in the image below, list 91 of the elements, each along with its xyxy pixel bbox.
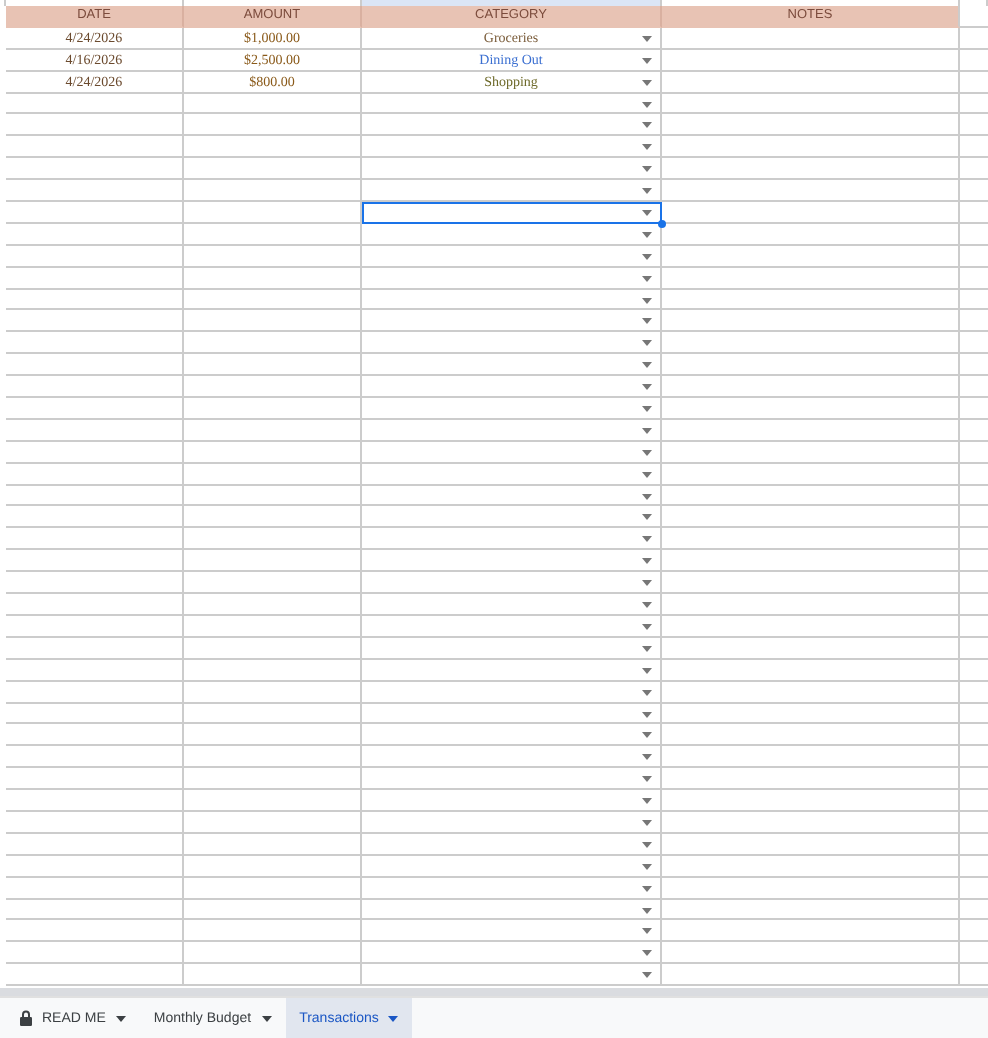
scrollbar[interactable] — [0, 988, 988, 996]
category-cell[interactable] — [362, 833, 662, 856]
dropdown-icon[interactable] — [642, 819, 652, 826]
dropdown-icon[interactable] — [642, 928, 652, 935]
dropdown-icon[interactable] — [642, 340, 652, 347]
caret-icon[interactable] — [388, 1015, 399, 1021]
dropdown-icon[interactable] — [642, 580, 652, 587]
category-cell[interactable] — [362, 245, 662, 268]
dropdown-icon[interactable] — [642, 57, 652, 64]
category-cell[interactable] — [362, 855, 662, 878]
dropdown-icon[interactable] — [642, 558, 652, 565]
dropdown-icon[interactable] — [642, 79, 652, 86]
category-cell[interactable] — [362, 964, 662, 987]
category-cell[interactable] — [362, 811, 662, 834]
caret-icon[interactable] — [261, 1015, 272, 1021]
dropdown-icon[interactable] — [642, 602, 652, 609]
dropdown-icon[interactable] — [642, 406, 652, 413]
category-cell[interactable] — [362, 899, 662, 921]
dropdown-icon[interactable] — [642, 362, 652, 369]
dropdown-icon[interactable] — [642, 35, 652, 42]
dropdown-icon[interactable] — [642, 144, 652, 151]
dropdown-icon[interactable] — [642, 275, 652, 282]
category-cell[interactable] — [362, 942, 662, 965]
category-cell[interactable] — [362, 332, 662, 355]
category-cell[interactable] — [362, 506, 662, 529]
dropdown-icon[interactable] — [642, 885, 652, 892]
category-cell[interactable] — [362, 724, 662, 747]
category-cell[interactable] — [362, 790, 662, 812]
dropdown-icon[interactable] — [642, 667, 652, 674]
category-cell[interactable] — [362, 463, 662, 486]
dropdown-icon[interactable] — [642, 166, 652, 173]
category-cell[interactable] — [362, 615, 662, 638]
category-cell[interactable] — [362, 441, 662, 464]
selected-cell[interactable] — [362, 202, 662, 224]
category-cell[interactable] — [362, 594, 662, 616]
dropdown-icon[interactable] — [642, 471, 652, 478]
category-cell[interactable] — [362, 550, 662, 573]
category-cell[interactable] — [362, 223, 662, 246]
dropdown-icon[interactable] — [642, 427, 652, 434]
category-cell[interactable] — [362, 114, 662, 137]
dropdown-icon[interactable] — [642, 188, 652, 195]
dropdown-icon[interactable] — [642, 210, 652, 217]
dropdown-icon[interactable] — [642, 384, 652, 391]
category-cell[interactable] — [362, 419, 662, 442]
dropdown-icon[interactable] — [642, 863, 652, 870]
dropdown-icon[interactable] — [642, 841, 652, 848]
category-cell[interactable] — [362, 746, 662, 769]
dropdown-icon[interactable] — [642, 776, 652, 783]
dropdown-icon[interactable] — [642, 297, 652, 304]
category-cell[interactable] — [362, 637, 662, 660]
dropdown-icon[interactable] — [642, 514, 652, 521]
dropdown-icon[interactable] — [642, 950, 652, 957]
category-cell[interactable] — [362, 354, 662, 377]
dropdown-icon[interactable] — [642, 689, 652, 696]
dropdown-icon[interactable] — [642, 253, 652, 260]
dropdown-icon[interactable] — [642, 711, 652, 717]
category-cell[interactable] — [362, 572, 662, 595]
dropdown-icon[interactable] — [642, 972, 652, 979]
category-cell[interactable] — [362, 289, 662, 311]
category-cell[interactable] — [362, 180, 662, 203]
caret-icon[interactable] — [115, 1015, 126, 1021]
dropdown-icon[interactable] — [642, 536, 652, 543]
dropdown-icon[interactable] — [642, 122, 652, 129]
dropdown-icon[interactable] — [642, 318, 652, 325]
category-cell[interactable] — [362, 398, 662, 420]
category-cell[interactable] — [362, 681, 662, 703]
dropdown-icon[interactable] — [642, 493, 652, 500]
category-cell[interactable] — [362, 93, 662, 115]
category-cell[interactable] — [362, 158, 662, 181]
dropdown-icon[interactable] — [642, 449, 652, 456]
category-cell[interactable] — [362, 136, 662, 159]
lock-icon — [20, 1010, 32, 1026]
category-cell[interactable] — [362, 485, 662, 507]
dropdown-icon[interactable] — [642, 623, 652, 630]
dropdown-icon[interactable] — [642, 907, 652, 914]
dropdown-icon[interactable] — [642, 101, 652, 108]
category-cell[interactable] — [362, 920, 662, 943]
category-cell[interactable] — [362, 877, 662, 900]
category-cell[interactable] — [362, 659, 662, 682]
dropdown-icon[interactable] — [642, 754, 652, 761]
category-cell[interactable] — [362, 310, 662, 333]
category-cell[interactable] — [362, 376, 662, 399]
category-cell[interactable] — [362, 528, 662, 551]
dropdown-icon[interactable] — [642, 798, 652, 805]
category-cell[interactable] — [362, 267, 662, 290]
dropdown-icon[interactable] — [642, 732, 652, 739]
category-cell[interactable] — [362, 768, 662, 791]
dropdown-icon[interactable] — [642, 645, 652, 652]
fill-handle[interactable] — [658, 219, 666, 228]
dropdown-icon[interactable] — [642, 231, 652, 238]
category-cell[interactable] — [362, 703, 662, 725]
